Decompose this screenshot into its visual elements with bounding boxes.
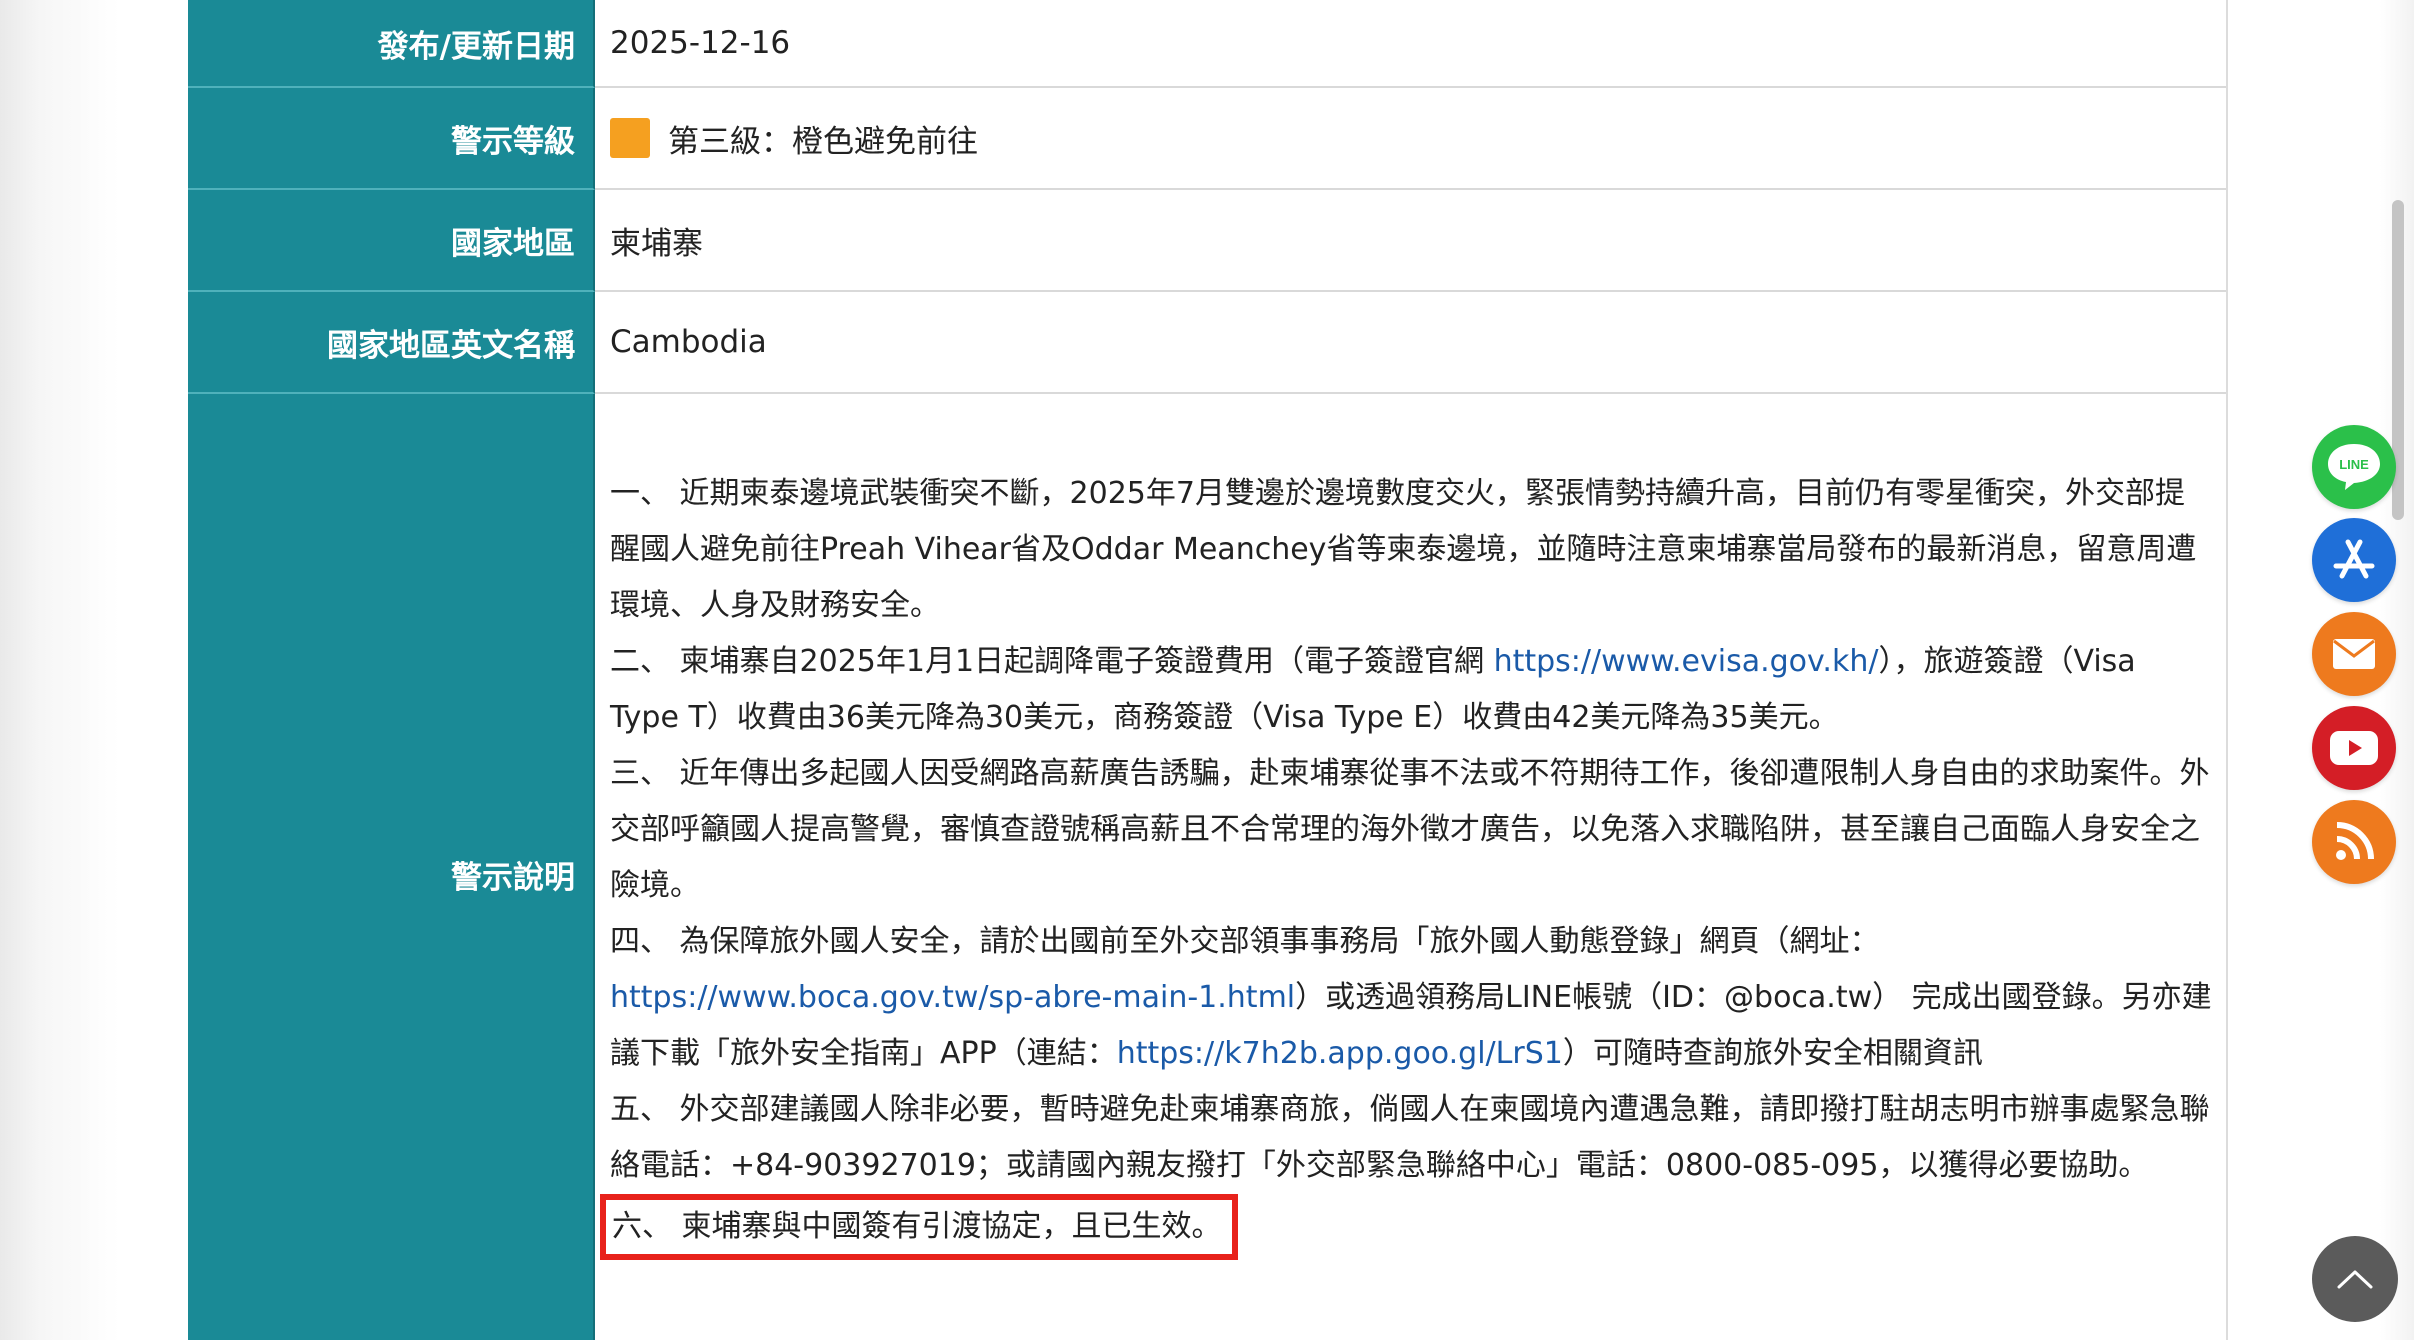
value-description: 一、 近期柬泰邊境武裝衝突不斷，2025年7月雙邊於邊境數度交火，緊張情勢持續升… (595, 394, 2226, 1340)
mail-icon (2333, 639, 2375, 669)
line-icon-label: LINE (2339, 457, 2369, 472)
description-paragraph-5: 五、 外交部建議國人除非必要，暫時避免赴柬埔寨商旅，倘國人在柬國境內遭遇急難，請… (610, 1092, 2210, 1183)
youtube-button[interactable] (2312, 706, 2396, 790)
description-paragraph-1: 一、 近期柬泰邊境武裝衝突不斷，2025年7月雙邊於邊境數度交火，緊張情勢持續升… (610, 476, 2197, 623)
youtube-icon (2330, 731, 2378, 765)
travel-warning-table: 發布/更新日期 2025-12-16 警示等級 第三級：橙色避免前往 國家地區 … (188, 0, 2228, 1340)
value-date: 2025-12-16 (610, 25, 791, 61)
label-country: 國家地區 (188, 190, 595, 292)
line-share-button[interactable]: LINE (2312, 425, 2396, 509)
label-country-en: 國家地區英文名稱 (188, 292, 595, 394)
label-description: 警示說明 (188, 394, 595, 1340)
description-paragraph-6-highlighted: 六、 柬埔寨與中國簽有引渡協定，且已生效。 (600, 1194, 1238, 1260)
page: 發布/更新日期 2025-12-16 警示等級 第三級：橙色避免前往 國家地區 … (0, 0, 2414, 1340)
app-store-button[interactable] (2312, 518, 2396, 602)
orange-level-icon (610, 118, 650, 158)
description-paragraph-2: 二、 柬埔寨自2025年1月1日起調降電子簽證費用（電子簽證官網 https:/… (610, 634, 2214, 746)
chevron-up-icon (2337, 1270, 2373, 1289)
rss-button[interactable] (2312, 800, 2396, 884)
row-country: 國家地區 柬埔寨 (188, 190, 2226, 292)
mail-button[interactable] (2312, 612, 2396, 696)
app-download-link[interactable]: https://k7h2b.app.goo.gl/LrS1 (1117, 1036, 1563, 1071)
description-p4-text-a: 四、 為保障旅外國人安全，請於出國前至外交部領事事務局「旅外國人動態登錄」網頁（… (610, 924, 1880, 959)
label-level: 警示等級 (188, 88, 595, 190)
row-description: 警示說明 一、 近期柬泰邊境武裝衝突不斷，2025年7月雙邊於邊境數度交火，緊張… (188, 394, 2226, 1340)
description-p2-text-a: 二、 柬埔寨自2025年1月1日起調降電子簽證費用（電子簽證官網 (610, 644, 1494, 679)
value-level-cell: 第三級：橙色避免前往 (595, 88, 2226, 188)
description-p4-text-c: ）可隨時查詢旅外安全相關資訊 (1562, 1036, 1983, 1071)
rss-icon (2336, 822, 2374, 860)
value-level: 第三級：橙色避免前往 (668, 123, 978, 160)
label-date: 發布/更新日期 (188, 0, 595, 88)
description-paragraph-6-wrap: 六、 柬埔寨與中國簽有引渡協定，且已生效。 (600, 1194, 2214, 1260)
row-level: 警示等級 第三級：橙色避免前往 (188, 88, 2226, 190)
value-country: 柬埔寨 (610, 225, 703, 262)
boca-registration-link[interactable]: https://www.boca.gov.tw/sp-abre-main-1.h… (610, 980, 1295, 1015)
description-paragraph-4: 四、 為保障旅外國人安全，請於出國前至外交部領事事務局「旅外國人動態登錄」網頁（… (610, 914, 2214, 1082)
evisa-link[interactable]: https://www.evisa.gov.kh/ (1494, 644, 1879, 679)
row-country-en: 國家地區英文名稱 Cambodia (188, 292, 2226, 394)
row-date: 發布/更新日期 2025-12-16 (188, 0, 2226, 88)
line-icon: LINE (2328, 444, 2380, 490)
description-paragraph-3: 三、 近年傳出多起國人因受網路高薪廣告誘騙，赴柬埔寨從事不法或不符期待工作，後卻… (610, 756, 2210, 903)
app-store-icon (2333, 539, 2375, 579)
value-country-en: Cambodia (610, 324, 767, 360)
back-to-top-button[interactable] (2312, 1236, 2398, 1322)
